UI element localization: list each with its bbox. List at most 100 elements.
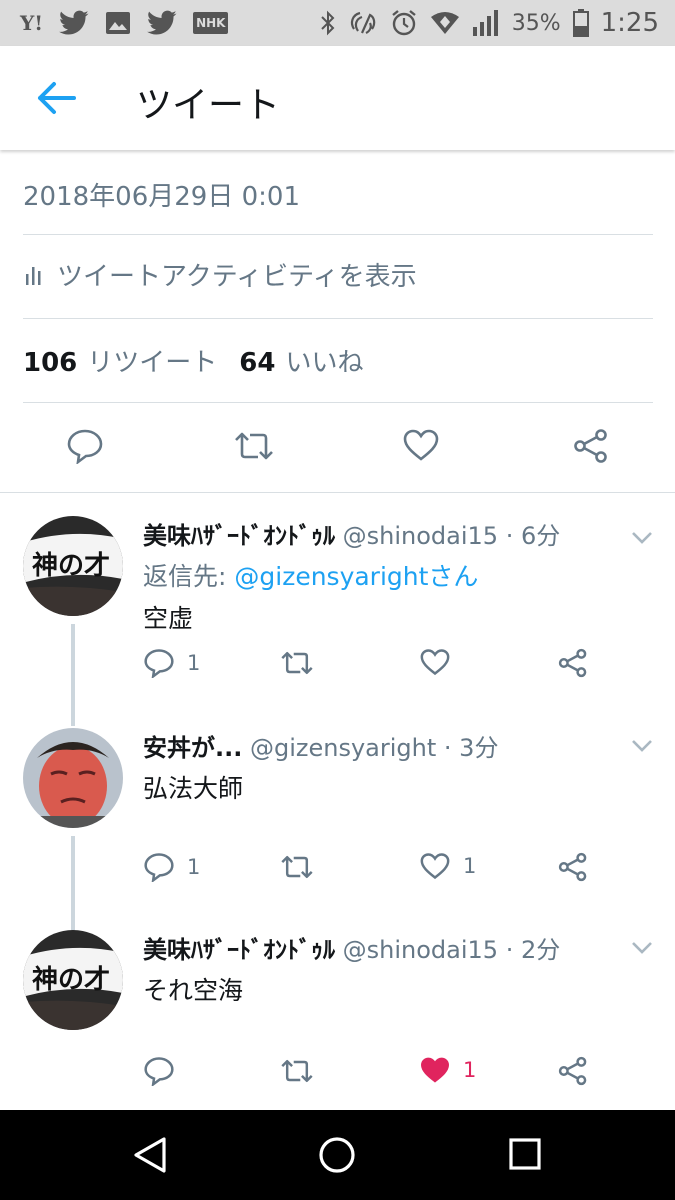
like-count: 1 bbox=[463, 1058, 477, 1082]
reply-header: 美味ﾊｻﾞｰﾄﾞｵﾝﾄﾞｩﾙ @shinodai15 · 2分 bbox=[143, 930, 655, 965]
retweet-button[interactable] bbox=[279, 1056, 327, 1086]
clock: 1:25 bbox=[600, 8, 659, 38]
reply-to-line: 返信先: @gizensyarightさん bbox=[143, 557, 655, 593]
status-bar: Y! NHK 35% 1:25 bbox=[0, 0, 675, 46]
tweet-timestamp: 2018年06月29日 0:01 bbox=[23, 182, 300, 212]
reply-text: 弘法大師 bbox=[143, 774, 244, 803]
more-options-button[interactable] bbox=[631, 738, 653, 752]
reply-icon bbox=[144, 853, 174, 882]
tweet-stats: 106 リツイート 64 いいね bbox=[23, 342, 364, 379]
nfc-icon bbox=[348, 8, 378, 38]
tweet-activity-link[interactable]: ツイートアクティビティを表示 bbox=[23, 256, 417, 293]
reply-body: 安丼が... @gizensyaright · 3分 弘法大師 bbox=[143, 728, 655, 805]
bluetooth-icon bbox=[320, 8, 336, 38]
reply-time: · 3分 bbox=[443, 734, 499, 762]
system-indicators: 35% 1:25 bbox=[320, 8, 659, 38]
nhk-icon: NHK bbox=[193, 8, 229, 38]
reply-icon bbox=[144, 1057, 174, 1086]
retweet-count: 106 bbox=[23, 348, 78, 378]
twitter-bird-icon bbox=[59, 8, 89, 38]
share-icon bbox=[558, 648, 587, 678]
like-button[interactable] bbox=[419, 648, 463, 676]
retweet-icon bbox=[281, 1059, 313, 1083]
retweet-stat[interactable]: 106 リツイート bbox=[23, 342, 217, 379]
app-bar: ツイート bbox=[0, 46, 675, 150]
like-label: いいね bbox=[285, 348, 364, 378]
reply-icon bbox=[67, 429, 103, 465]
reply-header: 美味ﾊｻﾞｰﾄﾞｵﾝﾄﾞｩﾙ @shinodai15 · 6分 bbox=[143, 516, 655, 551]
reply-button[interactable]: 1 bbox=[143, 648, 200, 678]
yahoo-japan-icon: Y! bbox=[20, 11, 44, 35]
reply-action-bar: 1 bbox=[143, 1056, 603, 1096]
like-button[interactable] bbox=[402, 428, 440, 466]
user-handle: @shinodai15 bbox=[342, 522, 499, 550]
display-name[interactable]: 美味ﾊｻﾞｰﾄﾞｵﾝﾄﾞｩﾙ bbox=[143, 522, 335, 550]
section-divider bbox=[0, 492, 675, 493]
home-circle-icon bbox=[319, 1137, 355, 1173]
reply-body: 美味ﾊｻﾞｰﾄﾞｵﾝﾄﾞｩﾙ @shinodai15 · 2分 それ空海 bbox=[143, 930, 655, 1007]
bar-chart-icon bbox=[26, 266, 41, 285]
recents-square-icon bbox=[509, 1138, 541, 1170]
reply-button[interactable] bbox=[143, 1056, 187, 1086]
like-button[interactable]: 1 bbox=[419, 1056, 476, 1084]
display-name[interactable]: 美味ﾊｻﾞｰﾄﾞｵﾝﾄﾞｩﾙ bbox=[143, 936, 335, 964]
retweet-button[interactable] bbox=[279, 852, 327, 882]
page-title: ツイート bbox=[136, 85, 281, 126]
battery-percent: 35% bbox=[511, 10, 561, 36]
share-icon bbox=[558, 1056, 587, 1086]
retweet-icon bbox=[235, 432, 273, 460]
avatar-image bbox=[23, 728, 123, 828]
avatar[interactable]: 神の才 bbox=[23, 516, 123, 616]
reply-text: それ空海 bbox=[143, 976, 244, 1005]
share-button[interactable] bbox=[572, 428, 610, 468]
reply-count: 1 bbox=[187, 855, 201, 879]
reply-time: · 6分 bbox=[505, 522, 561, 550]
avatar-image: 神の才 bbox=[23, 930, 123, 1030]
chevron-down-icon bbox=[632, 942, 652, 954]
like-stat[interactable]: 64 いいね bbox=[239, 342, 363, 379]
avatar[interactable] bbox=[23, 728, 123, 828]
share-button[interactable] bbox=[557, 852, 589, 882]
signal-icon bbox=[472, 8, 500, 38]
reply-button[interactable] bbox=[66, 428, 104, 468]
alarm-icon bbox=[390, 8, 418, 38]
retweet-button[interactable] bbox=[279, 648, 327, 678]
wifi-icon bbox=[430, 8, 460, 38]
share-button[interactable] bbox=[557, 648, 589, 678]
heart-icon bbox=[403, 429, 439, 461]
chevron-down-icon bbox=[632, 740, 652, 752]
divider bbox=[23, 234, 653, 235]
heart-icon bbox=[420, 853, 450, 880]
thread-line bbox=[71, 836, 75, 932]
like-count: 1 bbox=[463, 854, 477, 878]
user-handle: @gizensyaright bbox=[250, 734, 437, 762]
share-icon bbox=[558, 852, 587, 882]
like-count: 64 bbox=[239, 348, 276, 378]
more-options-button[interactable] bbox=[631, 940, 653, 954]
nav-home-button[interactable] bbox=[318, 1136, 356, 1178]
share-icon bbox=[574, 429, 607, 463]
reply-to-link[interactable]: @gizensyarightさん bbox=[234, 562, 478, 591]
share-button[interactable] bbox=[557, 1056, 589, 1086]
tweet-action-bar bbox=[0, 420, 675, 476]
battery-icon bbox=[572, 8, 589, 38]
image-icon bbox=[105, 8, 131, 38]
user-handle: @shinodai15 bbox=[342, 936, 499, 964]
nav-recents-button[interactable] bbox=[508, 1136, 542, 1176]
heart-icon bbox=[420, 649, 450, 676]
avatar[interactable]: 神の才 bbox=[23, 930, 123, 1030]
back-button[interactable] bbox=[34, 80, 78, 116]
retweet-icon bbox=[281, 855, 313, 879]
display-name[interactable]: 安丼が... bbox=[143, 734, 242, 762]
retweet-button[interactable] bbox=[232, 428, 276, 468]
like-button[interactable]: 1 bbox=[419, 852, 476, 880]
more-options-button[interactable] bbox=[631, 530, 653, 544]
nav-back-button[interactable] bbox=[132, 1136, 168, 1178]
divider bbox=[23, 318, 653, 319]
system-nav-bar bbox=[0, 1110, 675, 1200]
thread-line bbox=[71, 624, 75, 726]
retweet-label: リツイート bbox=[87, 348, 218, 378]
reply-button[interactable]: 1 bbox=[143, 852, 200, 882]
reply-icon bbox=[144, 649, 174, 678]
heart-filled-icon bbox=[420, 1057, 450, 1083]
